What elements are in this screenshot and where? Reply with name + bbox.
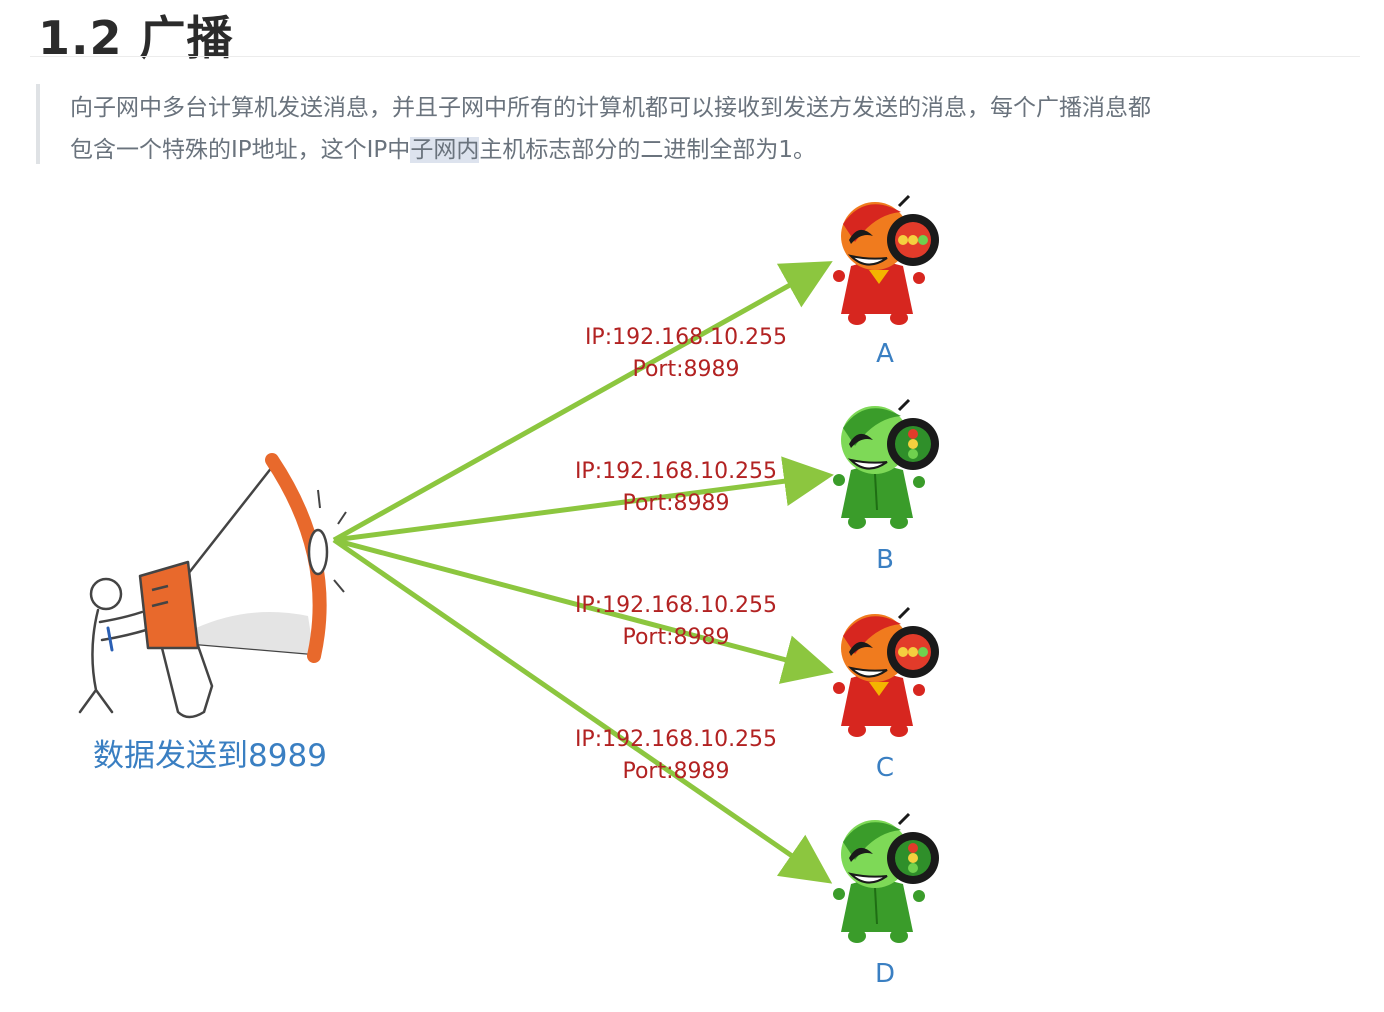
node-label-c: C (876, 753, 894, 783)
arrow-to-b (333, 456, 834, 543)
ip-label-d: IP:192.168.10.255 (575, 727, 777, 752)
receiver-d-green-mascot-icon (833, 812, 939, 943)
port-label-d: Port:8989 (622, 759, 729, 784)
stick-figure-icon (78, 577, 148, 714)
port-label-c: Port:8989 (622, 625, 729, 650)
broadcast-diagram: IP:192.168.10.255 Port:8989 IP:192.168.1… (78, 194, 939, 989)
receiver-b-green-mascot-icon (833, 398, 939, 529)
broadcast-arrows (332, 261, 834, 884)
receiver-a-red-mascot-icon (833, 194, 939, 325)
arrow-to-d (332, 537, 833, 884)
sender-label: 数据发送到8989 (93, 738, 327, 774)
megaphone-sender-icon (78, 453, 347, 719)
node-label-a: A (876, 339, 894, 369)
port-label-a: Port:8989 (632, 357, 739, 382)
ip-label-c: IP:192.168.10.255 (575, 593, 777, 618)
ip-label-a: IP:192.168.10.255 (585, 325, 787, 350)
node-label-d: D (875, 959, 895, 989)
node-label-b: B (876, 545, 894, 575)
ip-label-b: IP:192.168.10.255 (575, 459, 777, 484)
port-label-b: Port:8989 (622, 491, 729, 516)
arrow-to-a (332, 261, 833, 543)
receiver-c-red-mascot-icon (833, 606, 939, 737)
